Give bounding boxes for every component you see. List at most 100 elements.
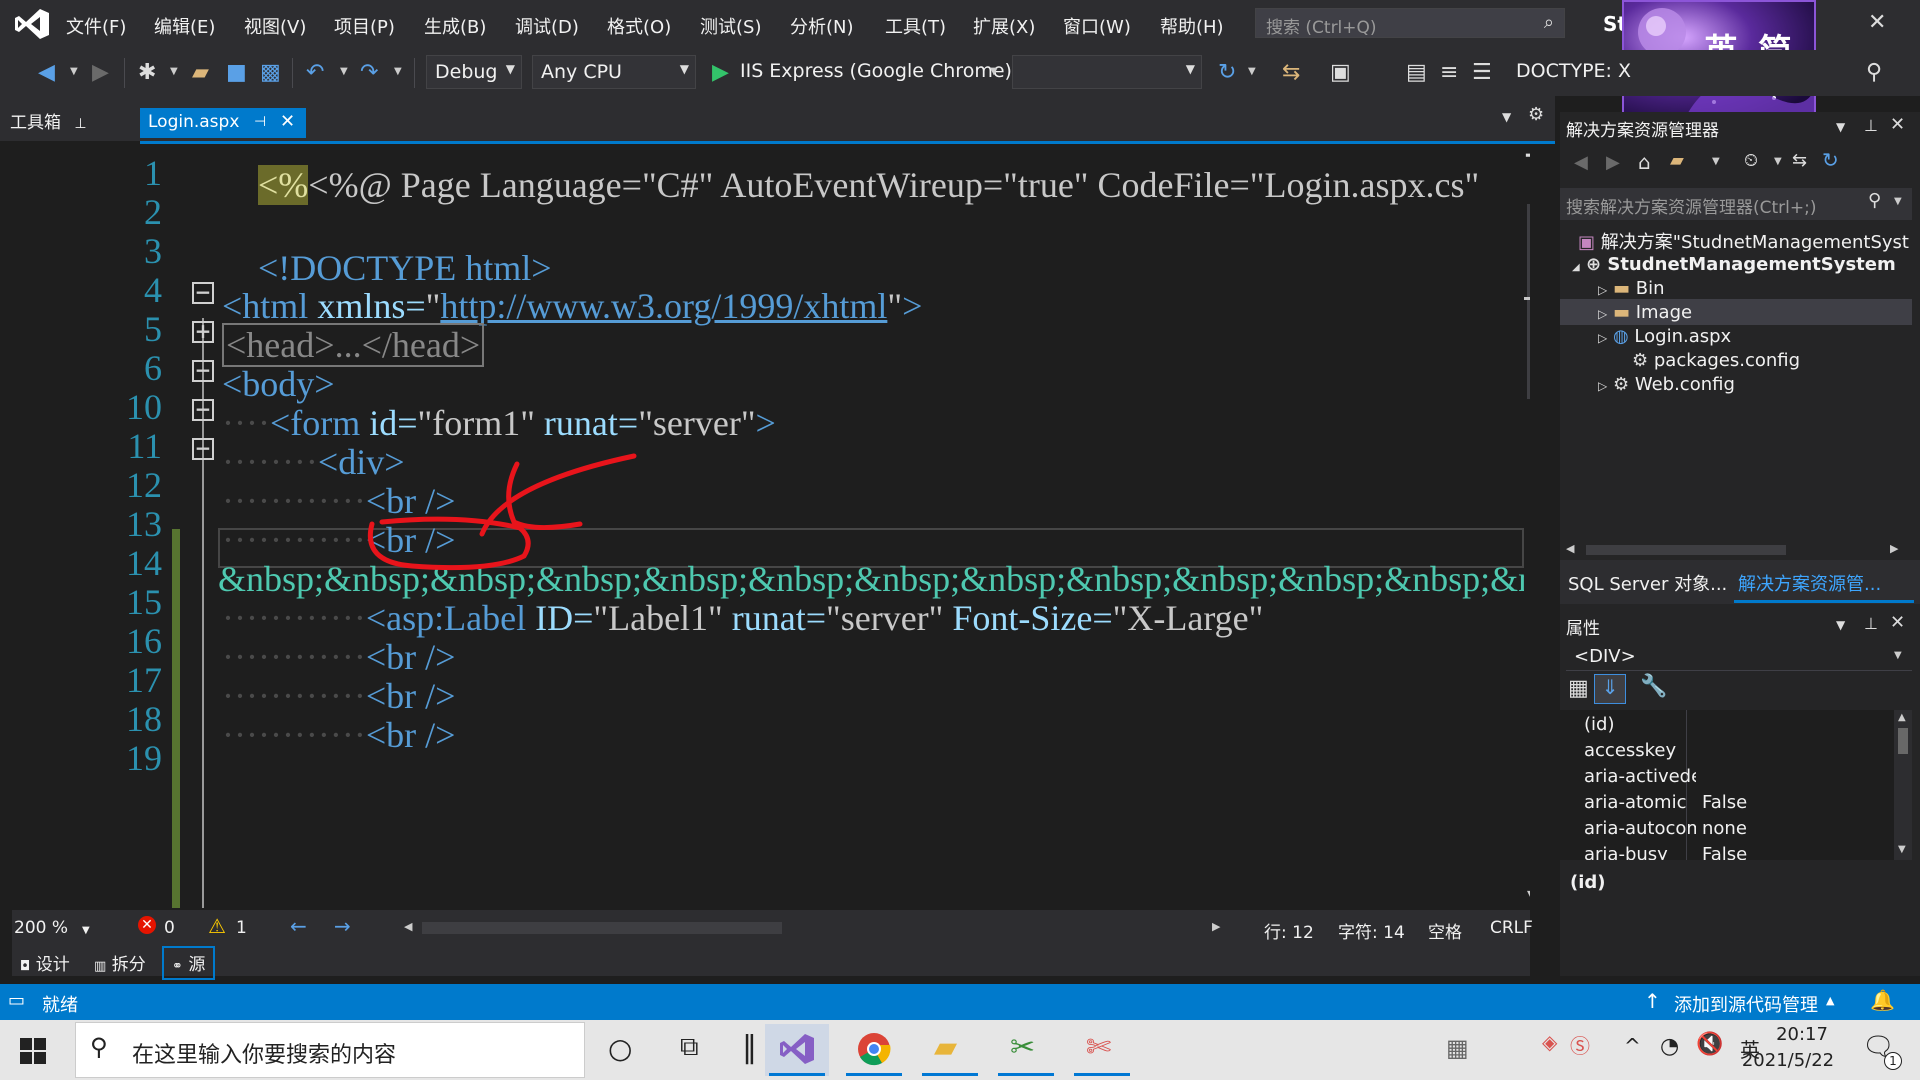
menu-debug[interactable]: 调试(D) [515,13,579,39]
tab-login-aspx[interactable]: Login.aspx ⊣ ✕ [140,108,306,138]
menu-file[interactable]: 文件(F) [66,13,126,39]
refresh-dropdown-icon[interactable]: ▼ [1248,66,1256,77]
chevron-down-icon[interactable]: ▼ [1774,156,1782,167]
clock-date[interactable]: 2021/5/22 [1736,1050,1840,1071]
menu-test[interactable]: 测试(S) [700,13,761,39]
chevron-down-icon[interactable]: ▼ [1712,156,1720,167]
menu-edit[interactable]: 编辑(E) [154,13,215,39]
next-issue-icon[interactable]: → [334,914,351,938]
close-panel-icon[interactable]: ✕ [1890,612,1905,633]
doctype-select[interactable]: DOCTYPE: X [1508,55,1631,89]
scroll-up-icon[interactable]: ▲ [1898,712,1906,723]
menu-build[interactable]: 生成(B) [424,13,486,39]
scroll-right-icon[interactable]: ▶ [1890,542,1898,555]
tree-item-bin[interactable]: ▷ ▬ Bin [1598,278,1664,299]
visual-studio-logo-icon[interactable] [14,8,50,40]
collapsed-head-region[interactable]: <head>...</head> [222,323,485,367]
property-value[interactable]: False [1702,792,1747,813]
solution-search-input[interactable]: 搜索解决方案资源管理器(Ctrl+;) ⚲ ▼ [1560,188,1912,220]
categorized-icon[interactable]: ▦ [1568,676,1589,701]
scroll-left-icon[interactable]: ◀ [404,920,412,933]
back-icon[interactable]: ◀ [1574,152,1588,173]
collapse-toggle-icon[interactable]: − [192,282,214,304]
new-dropdown-icon[interactable]: ▼ [170,66,178,77]
notifications-bell-icon[interactable]: 🔔 [1870,988,1895,1012]
back-dropdown-icon[interactable]: ▼ [70,66,78,77]
indent-icon[interactable]: ≡ [1440,60,1458,85]
pending-changes-filter-icon[interactable]: ⏲ [1744,150,1758,171]
tree-item-web-config[interactable]: ▷ ⚙ Web.config [1598,374,1735,395]
document-outline-icon[interactable]: ▤ [1406,60,1427,85]
forward-icon[interactable]: ▶ [1606,152,1620,173]
tray-app-icon[interactable]: Ⓢ [1570,1030,1590,1059]
scroll-down-icon[interactable]: ▼ [1898,844,1906,855]
new-project-icon[interactable]: ✱ [138,60,156,85]
expand-toggle-icon[interactable]: + [192,321,214,343]
panel-options-icon[interactable]: ▼ [1836,618,1845,632]
panel-options-icon[interactable]: ▼ [1836,120,1845,134]
quick-search-input[interactable]: 搜索 (Ctrl+Q) ⌕ [1255,8,1565,38]
tab-split[interactable]: ▥ 拆分 [94,950,146,975]
tab-solution-explorer[interactable]: 解决方案资源管... [1738,570,1881,596]
property-name[interactable]: aria-busy [1584,844,1668,860]
wifi-icon[interactable]: ◔ [1660,1034,1679,1059]
menu-tools[interactable]: 工具(T) [885,13,946,39]
refresh-icon[interactable]: ↻ [1822,148,1839,172]
scrollbar-thumb[interactable] [1898,728,1908,754]
solution-platform-select[interactable]: Any CPU ▼ [532,55,696,89]
save-icon[interactable]: ■ [226,60,247,85]
volume-muted-icon[interactable]: 🔇 [1696,1032,1723,1057]
scroll-right-icon[interactable]: ▶ [1212,920,1220,933]
error-count[interactable]: 0 [164,918,175,938]
close-tab-icon[interactable]: ✕ [280,111,295,132]
collapse-toggle-icon[interactable]: − [192,360,214,382]
menu-extensions[interactable]: 扩展(X) [973,13,1035,39]
tray-app-icon[interactable]: ▦ [1446,1034,1469,1062]
pin-icon[interactable]: ⊣ [254,114,266,130]
taskbar-app-tool[interactable]: ✂ [994,1024,1058,1076]
object-select[interactable]: <DIV> ▼ [1566,642,1912,671]
property-value[interactable]: False [1702,844,1747,860]
warning-count[interactable]: 1 [236,918,247,938]
code-editor[interactable]: 1 2 3 4 5 6 10 11 12 13 14 15 16 17 18 1… [12,144,1530,908]
taskbar-app-file-explorer[interactable]: ▰ [918,1024,982,1076]
previous-issue-icon[interactable]: ← [290,914,307,938]
format-icon[interactable]: ☰ [1472,60,1492,85]
windows-start-icon[interactable] [20,1038,46,1064]
menu-view[interactable]: 视图(V) [244,13,306,39]
browser-select[interactable]: ▼ [1012,55,1202,89]
show-hidden-icons-chevron-up-icon[interactable]: ^ [1624,1034,1641,1058]
taskbar-search-box[interactable]: ⚲ 在这里输入你要搜索的内容 [75,1022,585,1078]
line-ending[interactable]: CRLF [1490,918,1533,938]
close-panel-icon[interactable]: ✕ [1890,114,1905,135]
property-name[interactable]: aria-activede [1584,766,1696,787]
run-target-dropdown-icon[interactable]: ▼ [990,66,998,77]
menu-window[interactable]: 窗口(W) [1063,13,1131,39]
tree-item-image[interactable]: ▷ ▬ Image [1598,302,1692,323]
add-to-source-control-button[interactable]: 添加到源代码管理 [1674,991,1818,1017]
navigate-forward-icon[interactable]: ▶ [92,60,109,85]
property-pages-icon[interactable]: 🔧 [1640,674,1667,699]
property-value[interactable]: none [1702,818,1747,839]
clock-time[interactable]: 20:17 [1766,1024,1838,1045]
undo-dropdown-icon[interactable]: ▼ [340,66,348,77]
output-window-icon[interactable]: ▭ [8,990,25,1011]
menu-analyze[interactable]: 分析(N) [790,13,854,39]
taskbar-app-visual-studio[interactable] [765,1024,829,1076]
taskbar-app-chrome[interactable] [842,1024,906,1076]
tray-app-icon[interactable]: ◈ [1542,1030,1557,1054]
tab-source[interactable]: ⚭ 源 [162,946,216,980]
project-node[interactable]: ◢ ⊕ StudnetManagementSystem [1572,254,1896,275]
start-debugging-icon[interactable]: ▶ [712,60,729,85]
chevron-down-icon[interactable]: ▼ [1894,196,1902,207]
solution-configuration-select[interactable]: Debug ▼ [426,55,522,89]
tree-item-login-aspx[interactable]: ▷ ◍ Login.aspx [1598,326,1731,347]
property-name[interactable]: accesskey [1584,740,1676,761]
tab-sql-server-objects[interactable]: SQL Server 对象... [1568,570,1727,596]
collapse-toggle-icon[interactable]: − [192,438,214,460]
gear-icon[interactable]: ⚙ [1528,104,1544,125]
toolbox-tab[interactable]: 工具箱 ⊥ [10,108,87,133]
menu-project[interactable]: 项目(P) [334,13,395,39]
open-folder-icon[interactable]: ▰ [192,60,209,85]
redo-dropdown-icon[interactable]: ▼ [394,66,402,77]
